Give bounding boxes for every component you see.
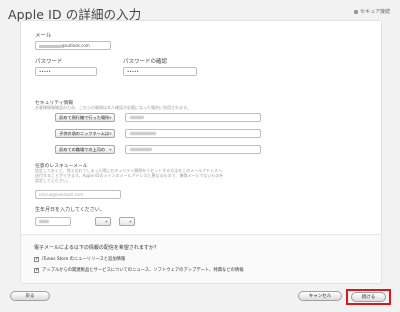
apple-news-option-label: アップルからの関連製品とサービスについてのニュース、ソフトウェアのアップデート、… xyxy=(42,268,244,273)
email-field[interactable]: @outlook.com xyxy=(35,41,111,50)
rescue-note-line-3: 設定してください。 xyxy=(35,178,71,183)
continue-button[interactable]: 続ける xyxy=(351,292,386,302)
password-confirm-field[interactable]: ••••• xyxy=(123,67,197,76)
birth-year-field[interactable] xyxy=(35,217,71,226)
secure-connection: セキュア接続 xyxy=(354,8,390,15)
lock-icon xyxy=(354,9,359,14)
chevron-down-icon: ÷ xyxy=(108,131,112,136)
cancel-button[interactable]: キャンセル xyxy=(298,291,342,301)
secure-label: セキュア接続 xyxy=(360,9,390,15)
newsletter-option-apple[interactable]: アップルからの関連製品とサービスについてのニュース、ソフトウェアのアップデート、… xyxy=(34,267,244,273)
security-answer-2[interactable] xyxy=(125,129,261,138)
rescue-email-field[interactable]: rescue@example.com xyxy=(35,190,121,199)
password-label: パスワード xyxy=(35,59,63,65)
apple-news-checkbox[interactable] xyxy=(34,267,39,273)
birthday-label: 生年月日を入力してください。 xyxy=(35,207,105,213)
email-value: @outlook.com xyxy=(61,43,90,48)
password-field[interactable]: ••••• xyxy=(35,67,97,76)
email-preference-question: 電子メールによる以下の情報の配信を希望されますか？ xyxy=(34,245,159,251)
question-3-label: 初めての職場での上司の xyxy=(59,147,106,152)
security-answer-3[interactable] xyxy=(125,145,261,154)
question-1-label: 初めて飛行機で行った場所 xyxy=(59,115,110,120)
chevron-down-icon: ÷ xyxy=(104,219,108,224)
password-confirm-label: パスワードの確認 xyxy=(123,59,168,65)
security-note: お客様情報確認のため、これらの質問は本人確認が必要になった場合に利用されます。 xyxy=(35,105,191,110)
back-button[interactable]: 戻る xyxy=(10,291,50,301)
chevron-down-icon: ÷ xyxy=(108,147,112,152)
next-button-highlight: 続ける xyxy=(346,289,391,305)
itunes-checkbox[interactable] xyxy=(34,256,39,262)
birth-day-select[interactable]: ÷ xyxy=(119,217,135,226)
form-inner: メール @outlook.com パスワード ••••• パスワードの確認 ••… xyxy=(21,21,381,235)
itunes-option-label: iTunes Store のニューリリースと追加情報 xyxy=(42,257,126,262)
question-2-label: 子供の頃のニックネームは xyxy=(59,131,110,136)
security-question-2[interactable]: 子供の頃のニックネームは ÷ xyxy=(55,129,115,138)
chevron-down-icon: ÷ xyxy=(128,219,132,224)
security-question-3[interactable]: 初めての職場での上司の ÷ xyxy=(55,145,115,154)
security-answer-1[interactable] xyxy=(125,113,261,122)
birth-month-select[interactable]: ÷ xyxy=(95,217,111,226)
newsletter-option-itunes[interactable]: iTunes Store のニューリリースと追加情報 xyxy=(34,256,125,262)
email-label: メール xyxy=(35,33,52,39)
chevron-down-icon: ÷ xyxy=(108,115,112,120)
security-question-1[interactable]: 初めて飛行機で行った場所 ÷ xyxy=(55,113,115,122)
